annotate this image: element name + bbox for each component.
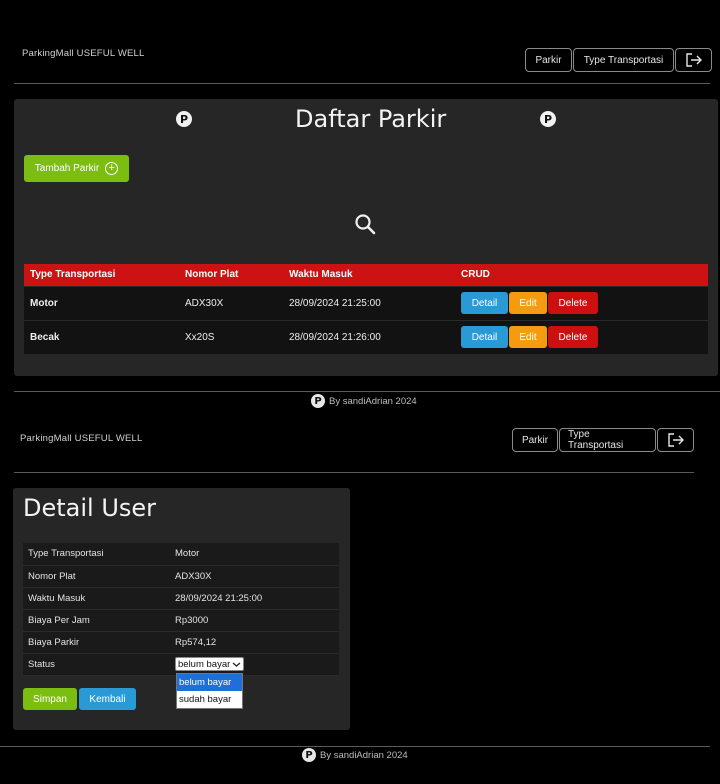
logout-button[interactable]: [657, 428, 694, 452]
detail-label: Biaya Parkir: [23, 631, 170, 654]
detail-panel: Detail User Type Transportasi Motor Nomo…: [13, 488, 350, 730]
chevron-down-icon: [232, 662, 241, 667]
cell-type: Becak: [24, 319, 179, 354]
footer-text: By sandiAdrian 2024: [329, 395, 417, 407]
detail-button[interactable]: Detail: [461, 326, 508, 349]
status-label: Status: [23, 653, 170, 676]
header-divider: [14, 472, 694, 473]
edit-button[interactable]: Edit: [509, 292, 547, 314]
detail-label: Waktu Masuk: [23, 587, 170, 610]
cell-time: 28/09/2024 21:26:00: [283, 319, 455, 354]
cell-time: 28/09/2024 21:25:00: [283, 285, 455, 320]
cell-actions: Detail Edit Delete: [455, 319, 708, 354]
footer-divider: [14, 391, 720, 392]
detail-table: Type Transportasi Motor Nomor Plat ADX30…: [23, 543, 339, 676]
footer: P By sandiAdrian 2024: [311, 394, 417, 408]
back-button[interactable]: Kembali: [79, 688, 136, 710]
logout-icon: [667, 433, 684, 447]
detail-label: Nomor Plat: [23, 565, 170, 588]
parking-icon: P: [311, 394, 325, 408]
plus-circle-icon: +: [105, 162, 119, 175]
column-header: Type Transportasi: [24, 264, 179, 286]
status-option[interactable]: sudah bayar: [177, 691, 242, 708]
column-header: Nomor Plat: [179, 264, 283, 286]
save-button[interactable]: Simpan: [23, 688, 77, 710]
search-icon[interactable]: [354, 213, 376, 235]
add-parking-label: Tambah Parkir: [34, 163, 100, 174]
table-row: Motor ADX30X 28/09/2024 21:25:00 Detail E…: [24, 285, 708, 320]
brand-name: ParkingMall USEFUL WELL: [20, 433, 143, 444]
detail-row: Biaya Per Jam Rp3000: [23, 609, 339, 632]
detail-row: Nomor Plat ADX30X: [23, 565, 339, 588]
header-divider: [14, 83, 710, 84]
nav-type-transportasi-button[interactable]: Type Transportasi: [559, 428, 656, 452]
cell-type: Motor: [24, 285, 179, 320]
parking-icon: P: [176, 111, 192, 127]
cell-plate: Xx20S: [179, 319, 283, 354]
column-header: CRUD: [455, 264, 708, 286]
logout-button[interactable]: [675, 48, 712, 72]
detail-row: Status belum bayar: [23, 653, 339, 676]
footer-text: By sandiAdrian 2024: [320, 749, 408, 761]
detail-row: Type Transportasi Motor: [23, 543, 339, 566]
detail-row: Biaya Parkir Rp574,12: [23, 631, 339, 654]
parking-list-panel: P Daftar Parkir P Tambah Parkir + Type T…: [14, 99, 718, 376]
delete-button[interactable]: Delete: [548, 326, 598, 349]
delete-button[interactable]: Delete: [548, 292, 598, 314]
parking-icon: P: [540, 111, 556, 127]
parking-icon: P: [302, 748, 316, 762]
top-nav: Parkir Type Transportasi: [525, 48, 712, 72]
detail-value: 28/09/2024 21:25:00: [170, 587, 339, 610]
brand-name: ParkingMall USEFUL WELL: [22, 48, 145, 59]
nav-type-transportasi-button[interactable]: Type Transportasi: [573, 48, 674, 72]
status-selected-value: belum bayar: [178, 658, 231, 670]
cell-actions: Detail Edit Delete: [455, 285, 708, 320]
status-select[interactable]: belum bayar: [175, 657, 245, 671]
status-option[interactable]: belum bayar: [177, 674, 242, 691]
footer-divider: [0, 746, 710, 747]
detail-value: Motor: [170, 543, 339, 566]
edit-button[interactable]: Edit: [509, 326, 547, 349]
nav-parkir-button[interactable]: Parkir: [525, 48, 572, 72]
status-dropdown: belum bayar sudah bayar: [176, 673, 243, 709]
table-row: Becak Xx20S 28/09/2024 21:26:00 Detail Ed…: [24, 319, 708, 354]
bottom-nav: Parkir Type Transportasi: [512, 428, 694, 452]
cell-plate: ADX30X: [179, 285, 283, 320]
status-cell: belum bayar: [170, 653, 339, 676]
detail-value: Rp3000: [170, 609, 339, 632]
detail-row: Waktu Masuk 28/09/2024 21:25:00: [23, 587, 339, 610]
footer: P By sandiAdrian 2024: [302, 748, 408, 762]
logout-icon: [685, 53, 702, 67]
detail-label: Biaya Per Jam: [23, 609, 170, 632]
column-header: Waktu Masuk: [283, 264, 455, 286]
detail-title: Detail User: [23, 494, 157, 522]
add-parking-button[interactable]: Tambah Parkir +: [24, 155, 129, 182]
nav-parkir-button[interactable]: Parkir: [512, 428, 558, 452]
page-title: Daftar Parkir: [295, 105, 447, 133]
detail-value: ADX30X: [170, 565, 339, 588]
detail-label: Type Transportasi: [23, 543, 170, 566]
detail-value: Rp574,12: [170, 631, 339, 654]
parking-table: Type Transportasi Nomor Plat Waktu Masuk…: [24, 264, 708, 354]
detail-button[interactable]: Detail: [461, 292, 508, 314]
table-header-row: Type Transportasi Nomor Plat Waktu Masuk…: [24, 264, 708, 286]
